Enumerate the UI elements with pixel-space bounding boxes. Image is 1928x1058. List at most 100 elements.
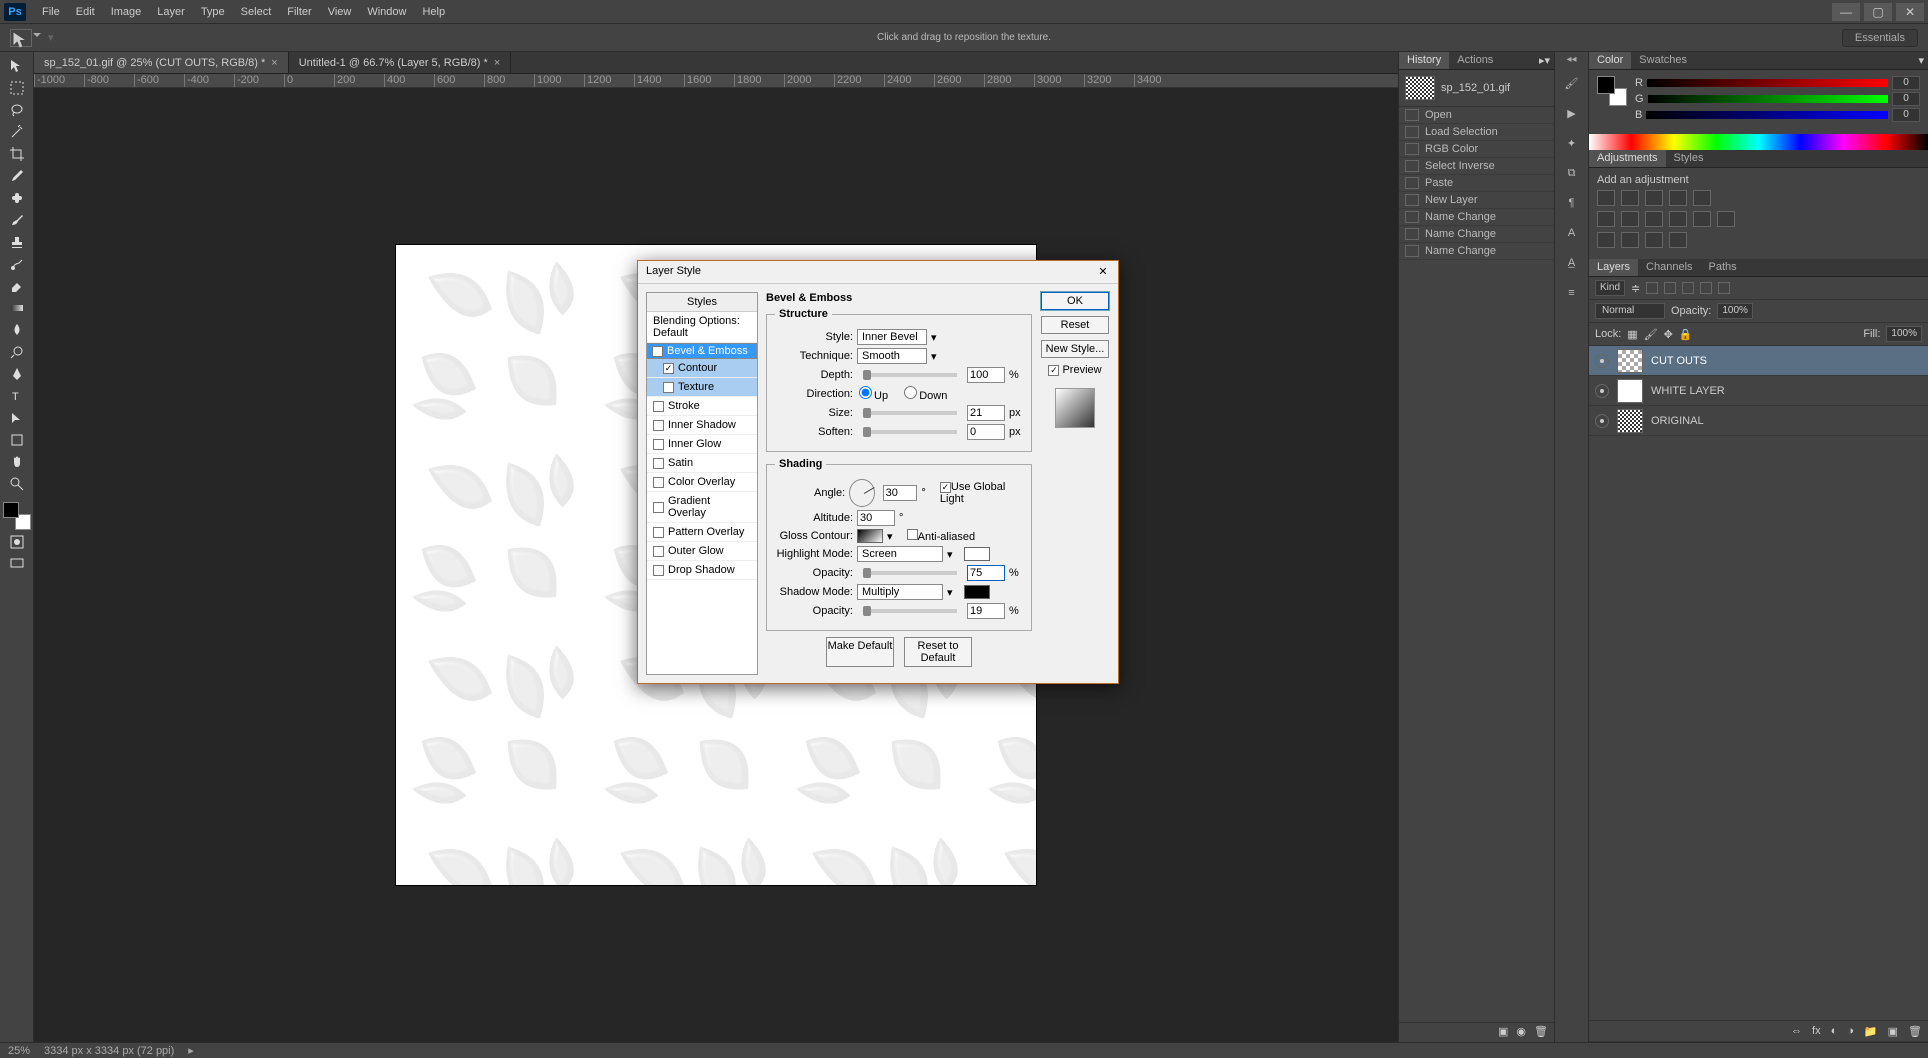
pen-tool-icon[interactable] xyxy=(5,364,29,384)
type-tool-icon[interactable]: T xyxy=(5,386,29,406)
clone-source-icon[interactable]: ⧉ xyxy=(1562,164,1582,182)
move-tool-icon[interactable] xyxy=(5,56,29,76)
glyph-icon[interactable]: A̲ xyxy=(1562,254,1582,272)
brush-panel-icon[interactable]: 🖌 xyxy=(1562,74,1582,92)
history-brush-icon[interactable] xyxy=(5,254,29,274)
new-style-button[interactable]: New Style... xyxy=(1041,340,1109,358)
shadow-opacity-input[interactable]: 19 xyxy=(967,603,1005,619)
shadow-opacity-slider[interactable] xyxy=(863,609,957,613)
marquee-tool-icon[interactable] xyxy=(5,78,29,98)
b-slider[interactable] xyxy=(1646,111,1888,119)
zoom-level[interactable]: 25% xyxy=(8,1045,30,1057)
mask-icon[interactable]: ◐ xyxy=(1831,1025,1838,1037)
menu-filter[interactable]: Filter xyxy=(279,6,319,18)
gradient-tool-icon[interactable] xyxy=(5,298,29,318)
play-icon[interactable]: ▶ xyxy=(1562,104,1582,122)
anti-aliased[interactable]: Anti-aliased xyxy=(907,529,975,543)
menu-image[interactable]: Image xyxy=(103,6,150,18)
layer-row[interactable]: WHITE LAYER xyxy=(1589,376,1928,406)
history-item[interactable]: Name Change xyxy=(1399,209,1554,226)
altitude-input[interactable]: 30 xyxy=(857,510,895,526)
style-satin[interactable]: Satin xyxy=(647,454,757,473)
eraser-tool-icon[interactable] xyxy=(5,276,29,296)
hue-icon[interactable] xyxy=(1597,211,1615,227)
use-global-light[interactable]: ✓Use Global Light xyxy=(940,481,1023,505)
new-snapshot-icon[interactable]: ◉ xyxy=(1516,1025,1526,1040)
make-default-button[interactable]: Make Default xyxy=(826,637,894,667)
b-value[interactable]: 0 xyxy=(1892,108,1920,122)
opacity-input[interactable]: 100% xyxy=(1717,303,1753,319)
blend-mode[interactable]: Normal xyxy=(1595,303,1665,319)
layer-row[interactable]: ORIGINAL xyxy=(1589,406,1928,436)
channel-mixer-icon[interactable] xyxy=(1669,211,1687,227)
style-color-overlay[interactable]: Color Overlay xyxy=(647,473,757,492)
close-icon[interactable]: ✕ xyxy=(1096,265,1110,279)
tab-history[interactable]: History xyxy=(1399,52,1449,69)
highlight-opacity-slider[interactable] xyxy=(863,571,957,575)
r-value[interactable]: 0 xyxy=(1892,76,1920,90)
shadow-color[interactable] xyxy=(964,585,990,599)
history-item[interactable]: RGB Color xyxy=(1399,141,1554,158)
style-texture[interactable]: Texture xyxy=(647,378,757,397)
size-slider[interactable] xyxy=(863,411,957,415)
path-select-icon[interactable] xyxy=(5,408,29,428)
g-slider[interactable] xyxy=(1648,95,1888,103)
style-drop-shadow[interactable]: Drop Shadow xyxy=(647,561,757,580)
brush-tool-icon[interactable] xyxy=(5,210,29,230)
move-tool-icon[interactable] xyxy=(10,29,32,47)
tab-color[interactable]: Color xyxy=(1589,52,1631,69)
stamp-tool-icon[interactable] xyxy=(5,232,29,252)
color-picker-icon[interactable] xyxy=(3,502,31,530)
doc-tab-2[interactable]: Untitled-1 @ 66.7% (Layer 5, RGB/8) *× xyxy=(289,52,512,73)
highlight-mode[interactable]: Screen xyxy=(857,546,943,562)
highlight-opacity-input[interactable]: 75 xyxy=(967,565,1005,581)
direction-up[interactable]: Up xyxy=(857,386,888,402)
trash-icon[interactable]: 🗑 xyxy=(1534,1025,1548,1040)
menu-file[interactable]: File xyxy=(34,6,68,18)
history-item[interactable]: Name Change xyxy=(1399,243,1554,260)
brightness-icon[interactable] xyxy=(1597,190,1615,206)
menu-select[interactable]: Select xyxy=(233,6,280,18)
sparkle-icon[interactable]: ✦ xyxy=(1562,134,1582,152)
fg-bg-swatch[interactable] xyxy=(1597,76,1627,106)
technique-select[interactable]: Smooth xyxy=(857,348,927,364)
preview-checkbox[interactable]: ✓ Preview xyxy=(1048,364,1101,376)
history-item[interactable]: Select Inverse xyxy=(1399,158,1554,175)
reset-default-button[interactable]: Reset to Default xyxy=(904,637,972,667)
threshold-icon[interactable] xyxy=(1621,232,1639,248)
menu-edit[interactable]: Edit xyxy=(68,6,103,18)
screenmode-icon[interactable] xyxy=(5,554,29,574)
filter-pixel-icon[interactable] xyxy=(1646,282,1658,294)
angle-input[interactable]: 30 xyxy=(883,485,918,501)
style-outer-glow[interactable]: Outer Glow xyxy=(647,542,757,561)
history-item[interactable]: Paste xyxy=(1399,175,1554,192)
kind-filter[interactable]: Kind xyxy=(1595,280,1625,296)
visibility-icon[interactable] xyxy=(1595,354,1609,368)
depth-input[interactable]: 100 xyxy=(967,367,1005,383)
lock-pixels-icon[interactable]: 🖌 xyxy=(1644,328,1658,341)
gloss-contour[interactable] xyxy=(857,529,883,543)
menu-view[interactable]: View xyxy=(320,6,360,18)
size-input[interactable]: 21 xyxy=(967,405,1005,421)
tab-adjustments[interactable]: Adjustments xyxy=(1589,150,1666,167)
selective-color-icon[interactable] xyxy=(1669,232,1687,248)
direction-down[interactable]: Down xyxy=(902,386,947,402)
lock-pos-icon[interactable]: ✥ xyxy=(1664,328,1673,341)
hand-tool-icon[interactable] xyxy=(5,452,29,472)
delete-icon[interactable]: 🗑 xyxy=(1908,1025,1922,1038)
doc-info[interactable]: 3334 px x 3334 px (72 ppi) xyxy=(44,1045,174,1057)
window-maximize[interactable]: ▢ xyxy=(1864,3,1892,21)
lasso-tool-icon[interactable] xyxy=(5,100,29,120)
style-blending[interactable]: Blending Options: Default xyxy=(647,312,757,343)
panel-menu-icon[interactable]: ▸▾ xyxy=(1535,52,1554,69)
camera-icon[interactable]: ▣ xyxy=(1498,1025,1508,1040)
zoom-tool-icon[interactable] xyxy=(5,474,29,494)
tab-channels[interactable]: Channels xyxy=(1638,259,1700,276)
tab-actions[interactable]: Actions xyxy=(1449,52,1501,69)
history-item[interactable]: Open xyxy=(1399,107,1554,124)
character-icon[interactable]: A xyxy=(1562,224,1582,242)
new-layer-icon[interactable]: ▣ xyxy=(1888,1025,1898,1038)
style-select[interactable]: Inner Bevel xyxy=(857,329,927,345)
filter-shape-icon[interactable] xyxy=(1700,282,1712,294)
r-slider[interactable] xyxy=(1647,79,1888,87)
